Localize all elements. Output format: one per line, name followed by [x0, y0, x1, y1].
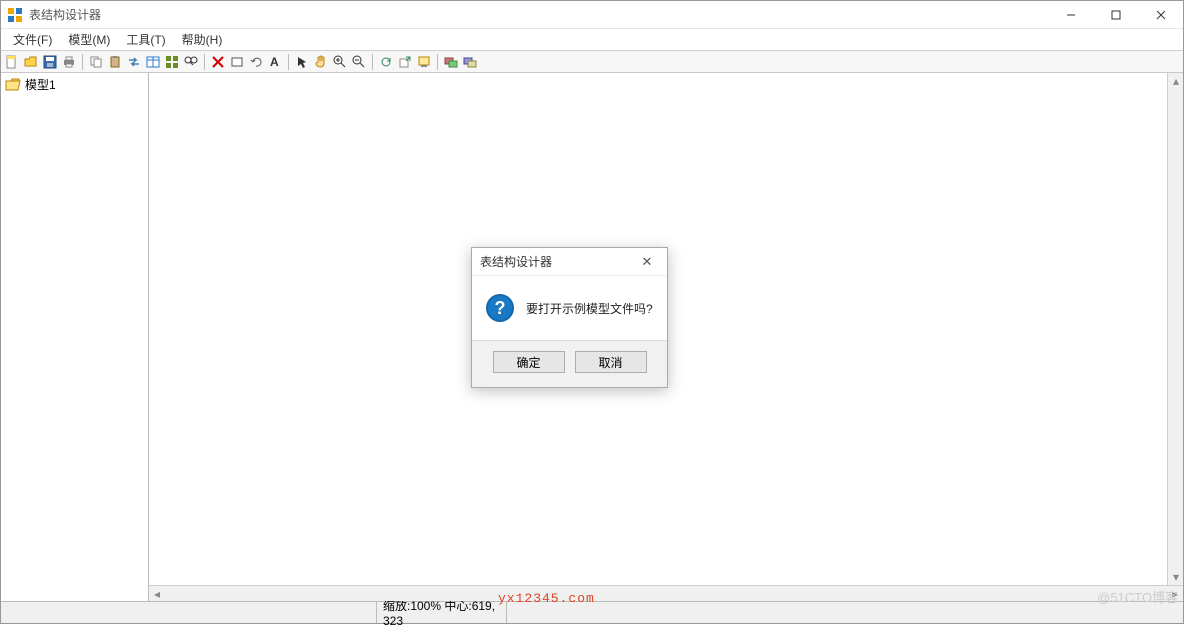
dialog-title-text: 表结构设计器: [480, 253, 552, 270]
dialog-close-button[interactable]: ✕: [635, 254, 659, 270]
dialog-message: 要打开示例模型文件吗?: [526, 300, 653, 317]
watermark-text: yx12345.com: [498, 591, 595, 606]
dialog-overlay: 表结构设计器 ✕ ? 要打开示例模型文件吗? 确定 取消: [0, 0, 1184, 624]
dialog-titlebar: 表结构设计器 ✕: [472, 248, 667, 276]
question-icon: ?: [486, 294, 514, 322]
watermark-text: @51CTO博客: [1097, 587, 1178, 606]
dialog-body: ? 要打开示例模型文件吗?: [472, 276, 667, 340]
ok-button[interactable]: 确定: [493, 351, 565, 373]
dialog-buttons: 确定 取消: [472, 340, 667, 387]
cancel-button[interactable]: 取消: [575, 351, 647, 373]
confirm-dialog: 表结构设计器 ✕ ? 要打开示例模型文件吗? 确定 取消: [471, 247, 668, 388]
